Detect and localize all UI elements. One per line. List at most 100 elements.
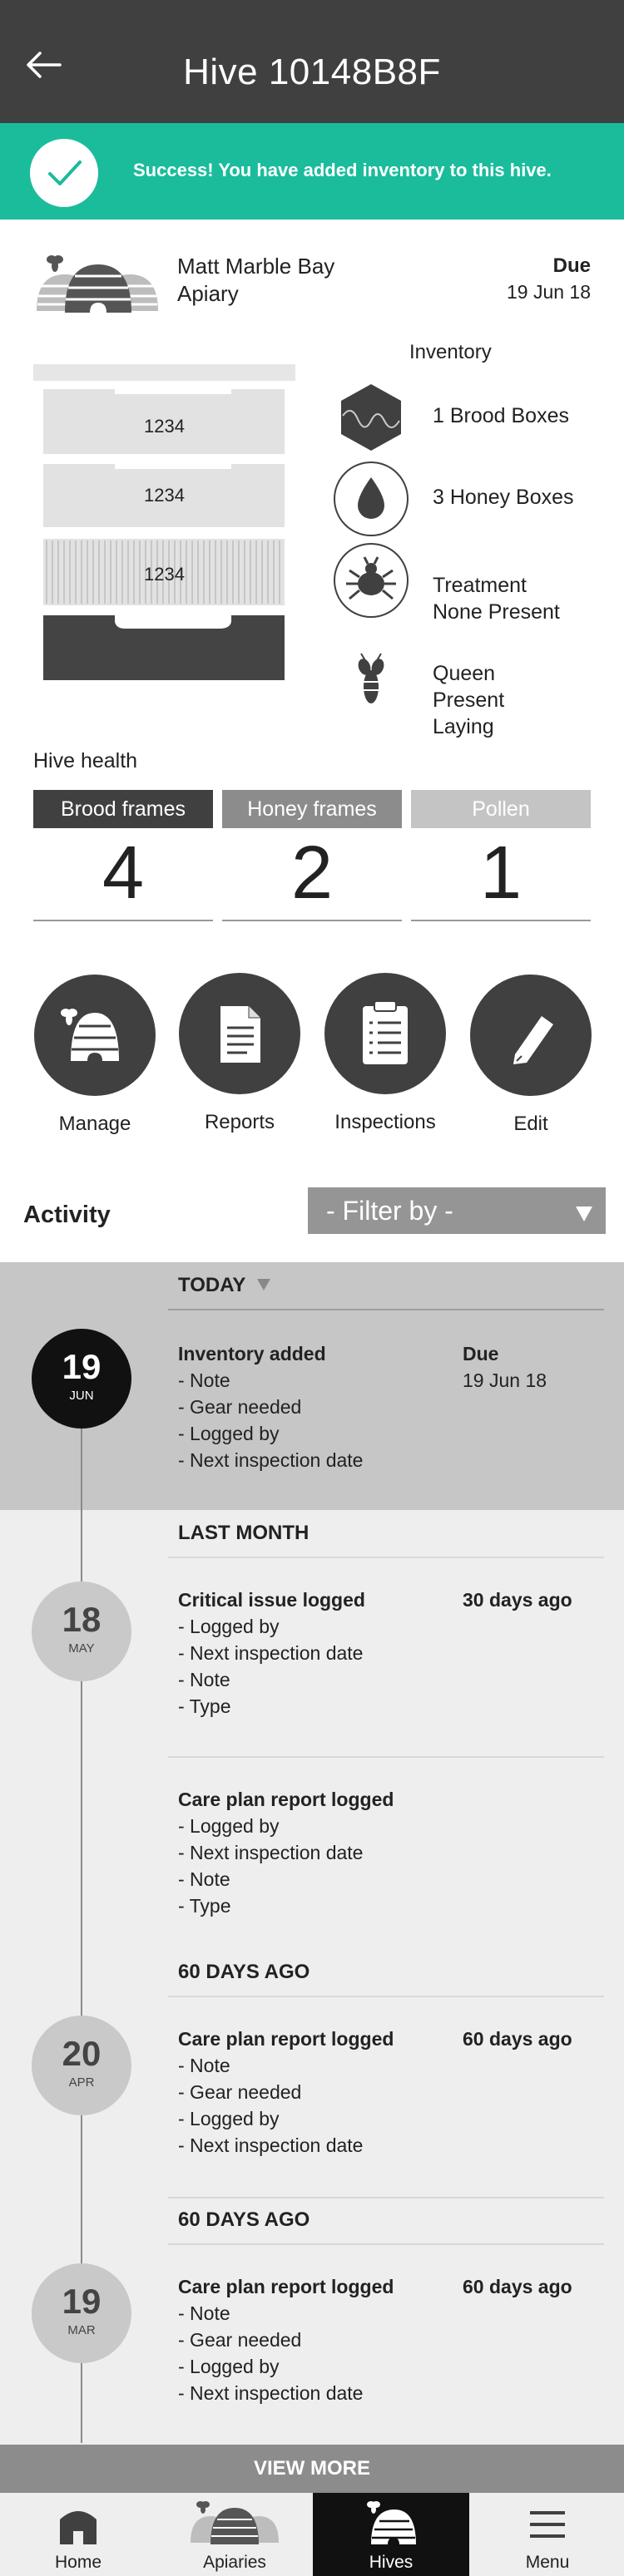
activity-entry[interactable]: Critical issue logged - Logged by - Next… bbox=[178, 1587, 604, 1720]
tab-hives-label: Hives bbox=[369, 2553, 414, 2572]
honey-drop-icon bbox=[333, 461, 409, 537]
entry-line: - Note bbox=[178, 1669, 230, 1690]
entry-due-label: Due bbox=[463, 1343, 499, 1364]
queen-label: Queen bbox=[433, 662, 496, 685]
reports-button[interactable]: Reports bbox=[173, 973, 306, 1134]
date-badge: 19 JUN bbox=[32, 1329, 131, 1429]
entry-age: 60 days ago bbox=[463, 2028, 572, 2050]
queen-status: Queen Present Laying bbox=[433, 660, 504, 740]
group-header-60-days: 60 DAYS AGO bbox=[168, 1949, 604, 1997]
entry-line: - Next inspection date bbox=[178, 1449, 364, 1471]
manage-label: Manage bbox=[58, 1113, 131, 1135]
entry-line: - Type bbox=[178, 1895, 231, 1917]
entry-line: - Next inspection date bbox=[178, 2382, 364, 2404]
date-month: APR bbox=[68, 2075, 95, 2090]
box-label: 1234 bbox=[144, 485, 185, 506]
tab-apiaries[interactable]: Apiaries bbox=[156, 2493, 313, 2576]
pollen-value: 1 bbox=[411, 828, 591, 921]
filter-dropdown[interactable]: - Filter by - bbox=[308, 1187, 606, 1234]
entry-line: - Next inspection date bbox=[178, 2134, 364, 2156]
queen-present: Present bbox=[433, 688, 505, 712]
brood-boxes-count: 1 Brood Boxes bbox=[433, 404, 569, 427]
filter-label: - Filter by - bbox=[326, 1196, 453, 1226]
entry-line: - Next inspection date bbox=[178, 1842, 364, 1863]
date-month: MAR bbox=[67, 2323, 96, 2337]
tab-menu-label: Menu bbox=[525, 2553, 570, 2572]
mite-icon bbox=[333, 542, 409, 619]
treatment-label: Treatment bbox=[433, 574, 527, 597]
bottom-tab-bar: Home Apiaries Hives Menu bbox=[0, 2493, 624, 2576]
queen-laying: Laying bbox=[433, 715, 494, 738]
entry-line: - Logged by bbox=[178, 2356, 280, 2377]
brood-box-icon bbox=[333, 379, 409, 456]
honey-frames-label: Honey frames bbox=[222, 790, 402, 828]
date-day: 19 bbox=[62, 1347, 102, 1386]
top-bar: Hive 10148B8F bbox=[0, 0, 624, 123]
manage-button[interactable]: Manage bbox=[28, 975, 161, 1136]
inspections-label: Inspections bbox=[334, 1111, 436, 1133]
apiary-name[interactable]: Matt Marble Bay Apiary bbox=[177, 253, 394, 308]
hive-icon bbox=[34, 975, 156, 1096]
entry-line: - Next inspection date bbox=[178, 1642, 364, 1664]
pen-icon bbox=[470, 975, 592, 1096]
tab-home[interactable]: Home bbox=[0, 2493, 156, 2576]
date-month: JUN bbox=[69, 1389, 94, 1403]
activity-title: Activity bbox=[23, 1202, 111, 1228]
inspections-button[interactable]: Inspections bbox=[319, 973, 452, 1134]
page-title: Hive 10148B8F bbox=[183, 52, 441, 92]
inventory-brood-row: 1 Brood Boxes bbox=[333, 379, 599, 456]
activity-entry[interactable]: Care plan report logged - Logged by - Ne… bbox=[178, 1786, 604, 1919]
entry-title: Inventory added bbox=[178, 1343, 326, 1364]
date-day: 18 bbox=[62, 1600, 102, 1639]
reports-label: Reports bbox=[204, 1111, 275, 1133]
group-header-today: TODAY bbox=[168, 1262, 604, 1310]
pollen-stat: Pollen 1 bbox=[411, 790, 591, 921]
due-date: 19 Jun 18 bbox=[506, 281, 591, 303]
entry-line: - Note bbox=[178, 2302, 230, 2324]
group-header-last-month: LAST MONTH bbox=[168, 1510, 604, 1558]
entry-line: - Type bbox=[178, 1695, 231, 1717]
entry-title: Care plan report logged bbox=[178, 1789, 394, 1810]
date-badge: 19 MAR bbox=[32, 2263, 131, 2363]
success-banner: Success! You have added inventory to thi… bbox=[0, 123, 624, 220]
check-icon bbox=[30, 139, 98, 207]
inventory-title: Inventory bbox=[409, 341, 492, 363]
entry-divider bbox=[168, 1756, 604, 1758]
activity-entry[interactable]: Inventory added - Note - Gear needed - L… bbox=[178, 1340, 604, 1473]
caret-down-icon bbox=[574, 1199, 594, 1221]
date-badge: 20 APR bbox=[32, 2016, 131, 2115]
activity-entry[interactable]: Care plan report logged - Note - Gear ne… bbox=[178, 2273, 604, 2406]
entry-line: - Logged by bbox=[178, 1815, 280, 1837]
tab-menu[interactable]: Menu bbox=[469, 2493, 624, 2576]
tab-home-label: Home bbox=[54, 2553, 102, 2572]
edit-button[interactable]: Edit bbox=[464, 975, 597, 1136]
document-icon bbox=[179, 973, 300, 1094]
view-more-button[interactable]: VIEW MORE bbox=[0, 2445, 624, 2493]
tab-hives[interactable]: Hives bbox=[313, 2493, 469, 2576]
date-day: 19 bbox=[62, 2282, 102, 2321]
hamburger-menu-icon bbox=[530, 2511, 565, 2538]
entry-line: - Note bbox=[178, 1868, 230, 1890]
activity-entry[interactable]: Care plan report logged - Note - Gear ne… bbox=[178, 2026, 604, 2159]
entry-line: - Logged by bbox=[178, 1423, 280, 1444]
hive-stack-diagram: 1234 1234 1234 bbox=[33, 364, 295, 680]
date-badge: 18 MAY bbox=[32, 1582, 131, 1681]
entry-line: - Note bbox=[178, 2055, 230, 2076]
entry-line: - Logged by bbox=[178, 2108, 280, 2129]
brood-frames-stat: Brood frames 4 bbox=[33, 790, 213, 921]
pollen-label: Pollen bbox=[411, 790, 591, 828]
inventory-treatment-row: Treatment None Present bbox=[333, 542, 599, 625]
caret-down-icon bbox=[256, 1279, 270, 1290]
entry-age: 30 days ago bbox=[463, 1589, 572, 1611]
due-label: Due bbox=[552, 254, 591, 277]
entry-age: 60 days ago bbox=[463, 2276, 572, 2297]
brood-frames-label: Brood frames bbox=[33, 790, 213, 828]
apiary-hives-icon bbox=[35, 249, 160, 316]
honey-boxes-count: 3 Honey Boxes bbox=[433, 486, 574, 509]
entry-line: - Gear needed bbox=[178, 1396, 302, 1418]
group-header-60-days: 60 DAYS AGO bbox=[168, 2197, 604, 2245]
hive-health-title: Hive health bbox=[33, 749, 138, 772]
success-message: Success! You have added inventory to thi… bbox=[133, 160, 552, 180]
group-header-label: TODAY bbox=[178, 1274, 245, 1296]
inventory-queen-row: Queen Present Laying bbox=[333, 649, 599, 740]
